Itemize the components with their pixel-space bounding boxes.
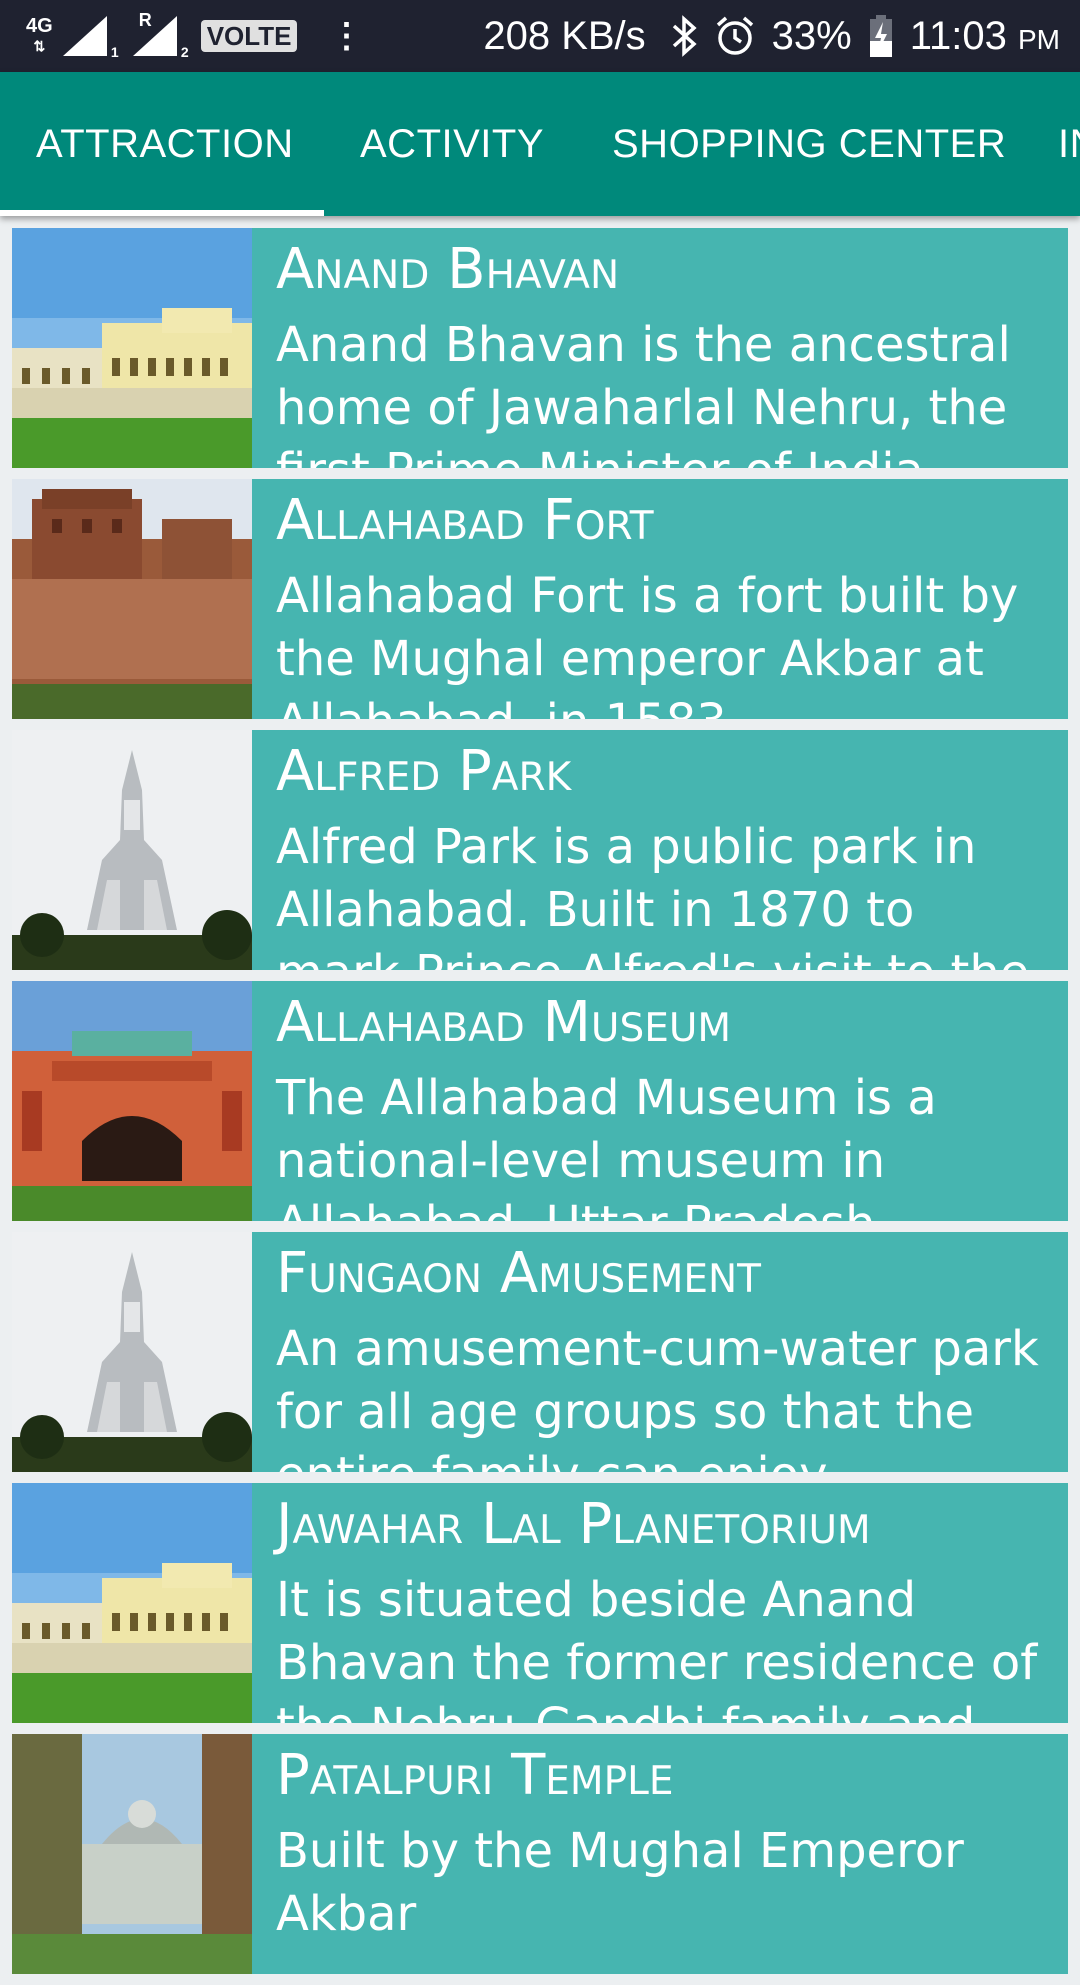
tab-next-partial[interactable]: IN (1058, 72, 1080, 216)
memorial-tower-image (12, 1232, 252, 1472)
selected-tab-indicator (0, 210, 324, 216)
list-item-allahabad-museum[interactable]: Allahabad Museum The Allahabad Museum is… (12, 981, 1068, 1221)
tab-activity[interactable]: ACTIVITY (360, 72, 544, 216)
tab-bar: ATTRACTION ACTIVITY SHOPPING CENTER IN (0, 72, 1080, 216)
bluetooth-icon (672, 15, 698, 57)
list-item-jawahar-lal-planetorium[interactable]: Jawahar Lal Planetorium It is situated b… (12, 1483, 1068, 1723)
attraction-title: Allahabad Fort (276, 488, 654, 553)
clock-ampm: PM (1018, 23, 1060, 55)
attraction-title: Fungaon Amusement (276, 1241, 762, 1306)
museum-image (12, 981, 252, 1221)
attraction-title: Allahabad Museum (276, 990, 732, 1055)
network-speed: 208 KB/s (483, 13, 646, 58)
mansion-image (12, 228, 252, 468)
volte-badge: VOLTE (200, 20, 298, 52)
attraction-title: Anand Bhavan (276, 237, 620, 302)
memorial-tower-image (12, 730, 252, 970)
temple-image (12, 1734, 252, 1974)
attraction-description: It is situated beside Anand Bhavan the f… (276, 1572, 1038, 1723)
fort-image (12, 479, 252, 719)
list-item-fungaon-amusement[interactable]: Fungaon Amusement An amusement-cum-water… (12, 1232, 1068, 1472)
mansion-image (12, 1483, 252, 1723)
list-item-alfred-park[interactable]: Alfred Park Alfred Park is a public park… (12, 730, 1068, 970)
clock-time: 11:03 (909, 13, 1007, 58)
attraction-description: Alfred Park is a public park in Allahaba… (276, 819, 1029, 970)
tab-attraction[interactable]: ATTRACTION (36, 72, 294, 216)
network-label: 4G (26, 15, 53, 37)
attraction-title: Jawahar Lal Planetorium (276, 1492, 871, 1557)
status-left: 4G ⇅ 1 R 2 VOLTE ⋮ (0, 10, 363, 60)
attraction-description: Anand Bhavan is the ancestral home of Ja… (276, 317, 1011, 468)
list-item-patalpuri-temple[interactable]: Patalpuri Temple Built by the Mughal Emp… (12, 1734, 1068, 1974)
status-right: 208 KB/s 33% 11:03 PM (483, 0, 1060, 72)
attraction-title: Patalpuri Temple (276, 1743, 674, 1808)
network-type: 4G ⇅ (26, 16, 53, 56)
list-item-anand-bhavan[interactable]: Anand Bhavan Anand Bhavan is the ancestr… (12, 228, 1068, 468)
battery-charging-icon (868, 14, 894, 58)
attraction-description: The Allahabad Museum is a national-level… (276, 1070, 937, 1221)
signal-sim2-icon: R 2 (132, 10, 189, 60)
attraction-title: Alfred Park (276, 739, 572, 804)
signal-sim1-icon: 1 (62, 16, 119, 60)
list-item-allahabad-fort[interactable]: Allahabad Fort Allahabad Fort is a fort … (12, 479, 1068, 719)
attraction-list: Anand Bhavan Anand Bhavan is the ancestr… (12, 228, 1068, 1985)
sim1-index: 1 (110, 44, 119, 60)
data-arrows-icon: ⇅ (33, 38, 46, 54)
attraction-description: Allahabad Fort is a fort built by the Mu… (276, 568, 1019, 719)
battery-percent: 33% (771, 13, 852, 58)
roaming-label: R (138, 10, 152, 30)
more-notifications-icon: ⋮ (329, 17, 363, 55)
clock: 11:03 PM (910, 14, 1060, 59)
tab-shopping-center[interactable]: SHOPPING CENTER (612, 72, 1006, 216)
sim2-index: 2 (180, 44, 189, 60)
status-bar: 4G ⇅ 1 R 2 VOLTE ⋮ 208 KB/s 33% 11:03 PM (0, 0, 1080, 72)
attraction-description: An amusement-cum-water park for all age … (276, 1321, 1039, 1472)
attraction-description: Built by the Mughal Emperor Akbar (276, 1823, 964, 1942)
alarm-icon (714, 15, 756, 57)
